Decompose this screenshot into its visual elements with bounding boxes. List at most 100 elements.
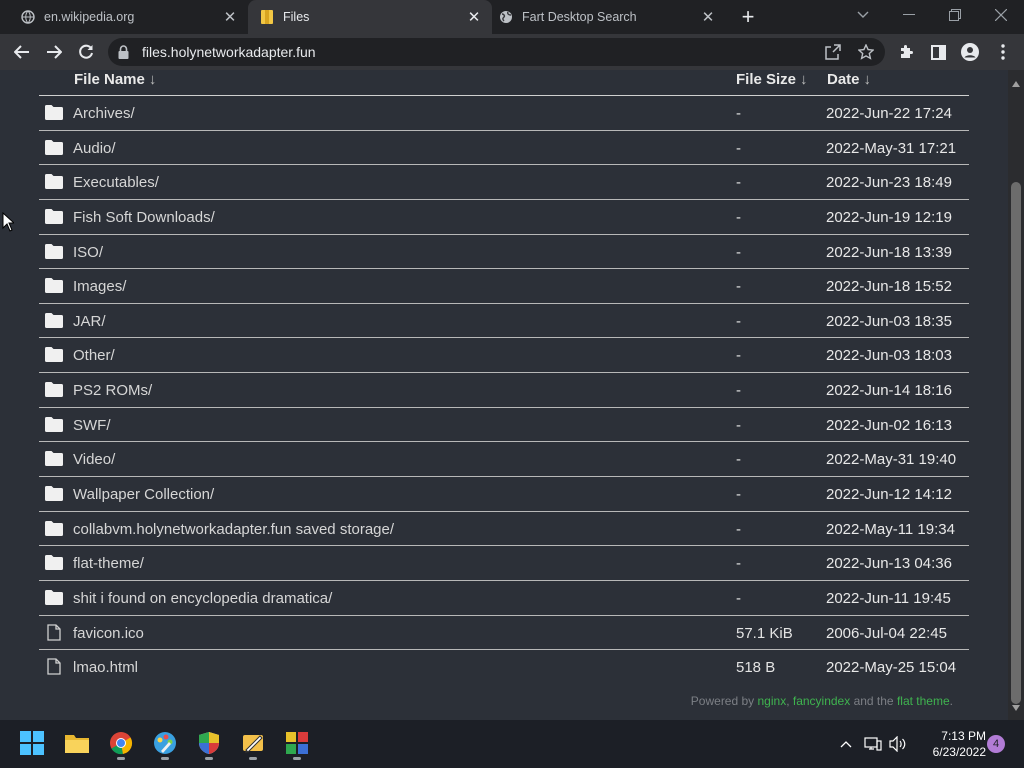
scroll-up-arrow-icon[interactable] (1012, 74, 1020, 92)
file-name-link[interactable]: collabvm.holynetworkadapter.fun saved st… (73, 521, 394, 538)
table-row[interactable]: Video/ - 2022-May-31 19:40 (39, 442, 969, 478)
file-name-link[interactable]: Archives/ (73, 105, 135, 122)
folder-icon (45, 520, 63, 537)
file-name-link[interactable]: shit i found on encyclopedia dramatica/ (73, 590, 332, 607)
file-name-link[interactable]: Executables/ (73, 174, 159, 191)
clock-date: 6/23/2022 (932, 745, 986, 759)
taskbar-clock[interactable]: 7:13 PM 6/23/2022 (916, 728, 986, 760)
file-explorer-icon[interactable] (62, 728, 92, 758)
profile-avatar-icon[interactable] (960, 42, 980, 62)
side-panel-icon[interactable] (928, 42, 948, 62)
folder-icon (45, 451, 63, 467)
close-tab-icon[interactable]: ✕ (222, 9, 238, 26)
bookmark-star-icon[interactable] (857, 43, 875, 61)
column-file-name[interactable]: File Name ↓ (74, 71, 156, 88)
new-tab-button[interactable]: + (736, 4, 760, 29)
tab-files[interactable]: Files ✕ (248, 0, 492, 34)
url-text[interactable]: files.holynetworkadapter.fun (142, 44, 316, 60)
table-row[interactable]: Archives/ - 2022-Jun-22 17:24 (39, 96, 969, 131)
file-size: - (736, 243, 741, 261)
share-icon[interactable] (824, 43, 842, 61)
table-row[interactable]: PS2 ROMs/ - 2022-Jun-14 18:16 (39, 373, 969, 408)
table-row[interactable]: ISO/ - 2022-Jun-18 13:39 (39, 235, 969, 270)
footer-suffix: . (949, 694, 953, 708)
tab-search-icon[interactable] (840, 0, 886, 30)
tab-fart-desktop-search[interactable]: Fart Desktop Search ✕ (478, 0, 726, 34)
file-name-link[interactable]: JAR/ (73, 313, 106, 330)
file-name-link[interactable]: PS2 ROMs/ (73, 382, 152, 399)
file-name-link[interactable]: Wallpaper Collection/ (73, 486, 214, 503)
show-hidden-icons-icon[interactable] (838, 734, 854, 754)
globe-icon (498, 9, 514, 25)
file-date: 2022-Jun-12 14:12 (826, 486, 952, 504)
file-size: - (736, 208, 741, 226)
close-window-icon[interactable] (978, 0, 1024, 30)
table-row[interactable]: shit i found on encyclopedia dramatica/ -… (39, 581, 969, 616)
file-name-link[interactable]: ISO/ (73, 244, 103, 261)
table-row[interactable]: Other/ - 2022-Jun-03 18:03 (39, 338, 969, 374)
table-row[interactable]: flat-theme/ - 2022-Jun-13 04:36 (39, 546, 969, 581)
wikipedia-icon (20, 9, 36, 25)
scroll-down-arrow-icon[interactable] (1012, 698, 1020, 716)
forward-button[interactable] (40, 38, 68, 66)
back-button[interactable] (8, 38, 36, 66)
file-name-link[interactable]: Fish Soft Downloads/ (73, 209, 215, 226)
file-name-link[interactable]: Other/ (73, 347, 115, 364)
file-name-link[interactable]: SWF/ (73, 417, 111, 434)
page-content: File Name ↓ File Size ↓ Date ↓ Archives/-20… (0, 70, 1008, 720)
chrome-icon[interactable] (106, 728, 136, 758)
pencil-app-icon[interactable] (238, 728, 268, 758)
minimize-icon[interactable] (886, 0, 932, 30)
volume-icon[interactable] (888, 734, 908, 754)
chrome-menu-icon[interactable] (993, 42, 1013, 62)
restore-icon[interactable] (932, 0, 978, 30)
footer-separator: , (786, 694, 793, 708)
file-name-link[interactable]: flat-theme/ (73, 555, 144, 572)
table-row[interactable]: Images/ - 2022-Jun-18 15:52 (39, 269, 969, 304)
table-row[interactable]: Audio/ - 2022-May-31 17:21 (39, 131, 969, 166)
file-icon (47, 623, 65, 641)
file-name-link[interactable]: favicon.ico (73, 625, 144, 642)
file-name-link[interactable]: lmao.html (73, 659, 138, 676)
address-bar[interactable]: files.holynetworkadapter.fun (108, 38, 885, 66)
tab-wikipedia[interactable]: en.wikipedia.org ✕ (0, 0, 248, 34)
reload-button[interactable] (72, 38, 100, 66)
paint-icon[interactable] (150, 728, 180, 758)
office-app-icon[interactable] (282, 728, 312, 758)
file-date: 2006-Jul-04 22:45 (826, 624, 947, 642)
security-shield-icon[interactable] (194, 728, 224, 758)
lock-icon[interactable] (118, 45, 129, 64)
close-tab-icon[interactable]: ✕ (700, 9, 716, 26)
file-name-link[interactable]: Images/ (73, 278, 126, 295)
file-size: - (736, 520, 741, 538)
table-row[interactable]: Wallpaper Collection/ - 2022-Jun-12 14:12 (39, 477, 969, 512)
vertical-scrollbar[interactable] (1008, 70, 1024, 720)
column-date[interactable]: Date ↓ (827, 71, 871, 88)
file-size: - (736, 347, 741, 365)
table-row[interactable]: favicon.ico 57.1 KiB 2006-Jul-04 22:45 (39, 616, 969, 651)
table-row[interactable]: SWF/ - 2022-Jun-02 16:13 (39, 408, 969, 443)
file-size: - (736, 312, 741, 330)
table-row[interactable]: Executables/ - 2022-Jun-23 18:49 (39, 165, 969, 200)
table-row[interactable]: JAR/ - 2022-Jun-03 18:35 (39, 304, 969, 339)
footer-mid: and the (850, 694, 897, 708)
flat-theme-link[interactable]: flat theme (897, 694, 950, 708)
file-date: 2022-Jun-19 12:19 (826, 208, 952, 226)
fancyindex-link[interactable]: fancyindex (793, 694, 850, 708)
notification-badge[interactable]: 4 (987, 735, 1005, 753)
nginx-link[interactable]: nginx (758, 694, 787, 708)
file-date: 2022-May-25 15:04 (826, 659, 957, 677)
table-row[interactable]: Fish Soft Downloads/ - 2022-Jun-19 12:19 (39, 200, 969, 235)
folder-icon (45, 416, 63, 433)
column-file-size[interactable]: File Size ↓ (736, 71, 808, 88)
file-size: - (736, 278, 741, 296)
scrollbar-thumb[interactable] (1011, 182, 1021, 704)
table-row[interactable]: lmao.html 518 B 2022-May-25 15:04 (39, 650, 969, 685)
start-icon[interactable] (17, 728, 47, 758)
running-indicator (205, 757, 213, 760)
table-row[interactable]: collabvm.holynetworkadapter.fun saved st… (39, 512, 969, 547)
network-icon[interactable] (863, 734, 883, 754)
extensions-icon[interactable] (896, 42, 916, 62)
file-name-link[interactable]: Audio/ (73, 140, 116, 157)
file-name-link[interactable]: Video/ (73, 451, 115, 468)
